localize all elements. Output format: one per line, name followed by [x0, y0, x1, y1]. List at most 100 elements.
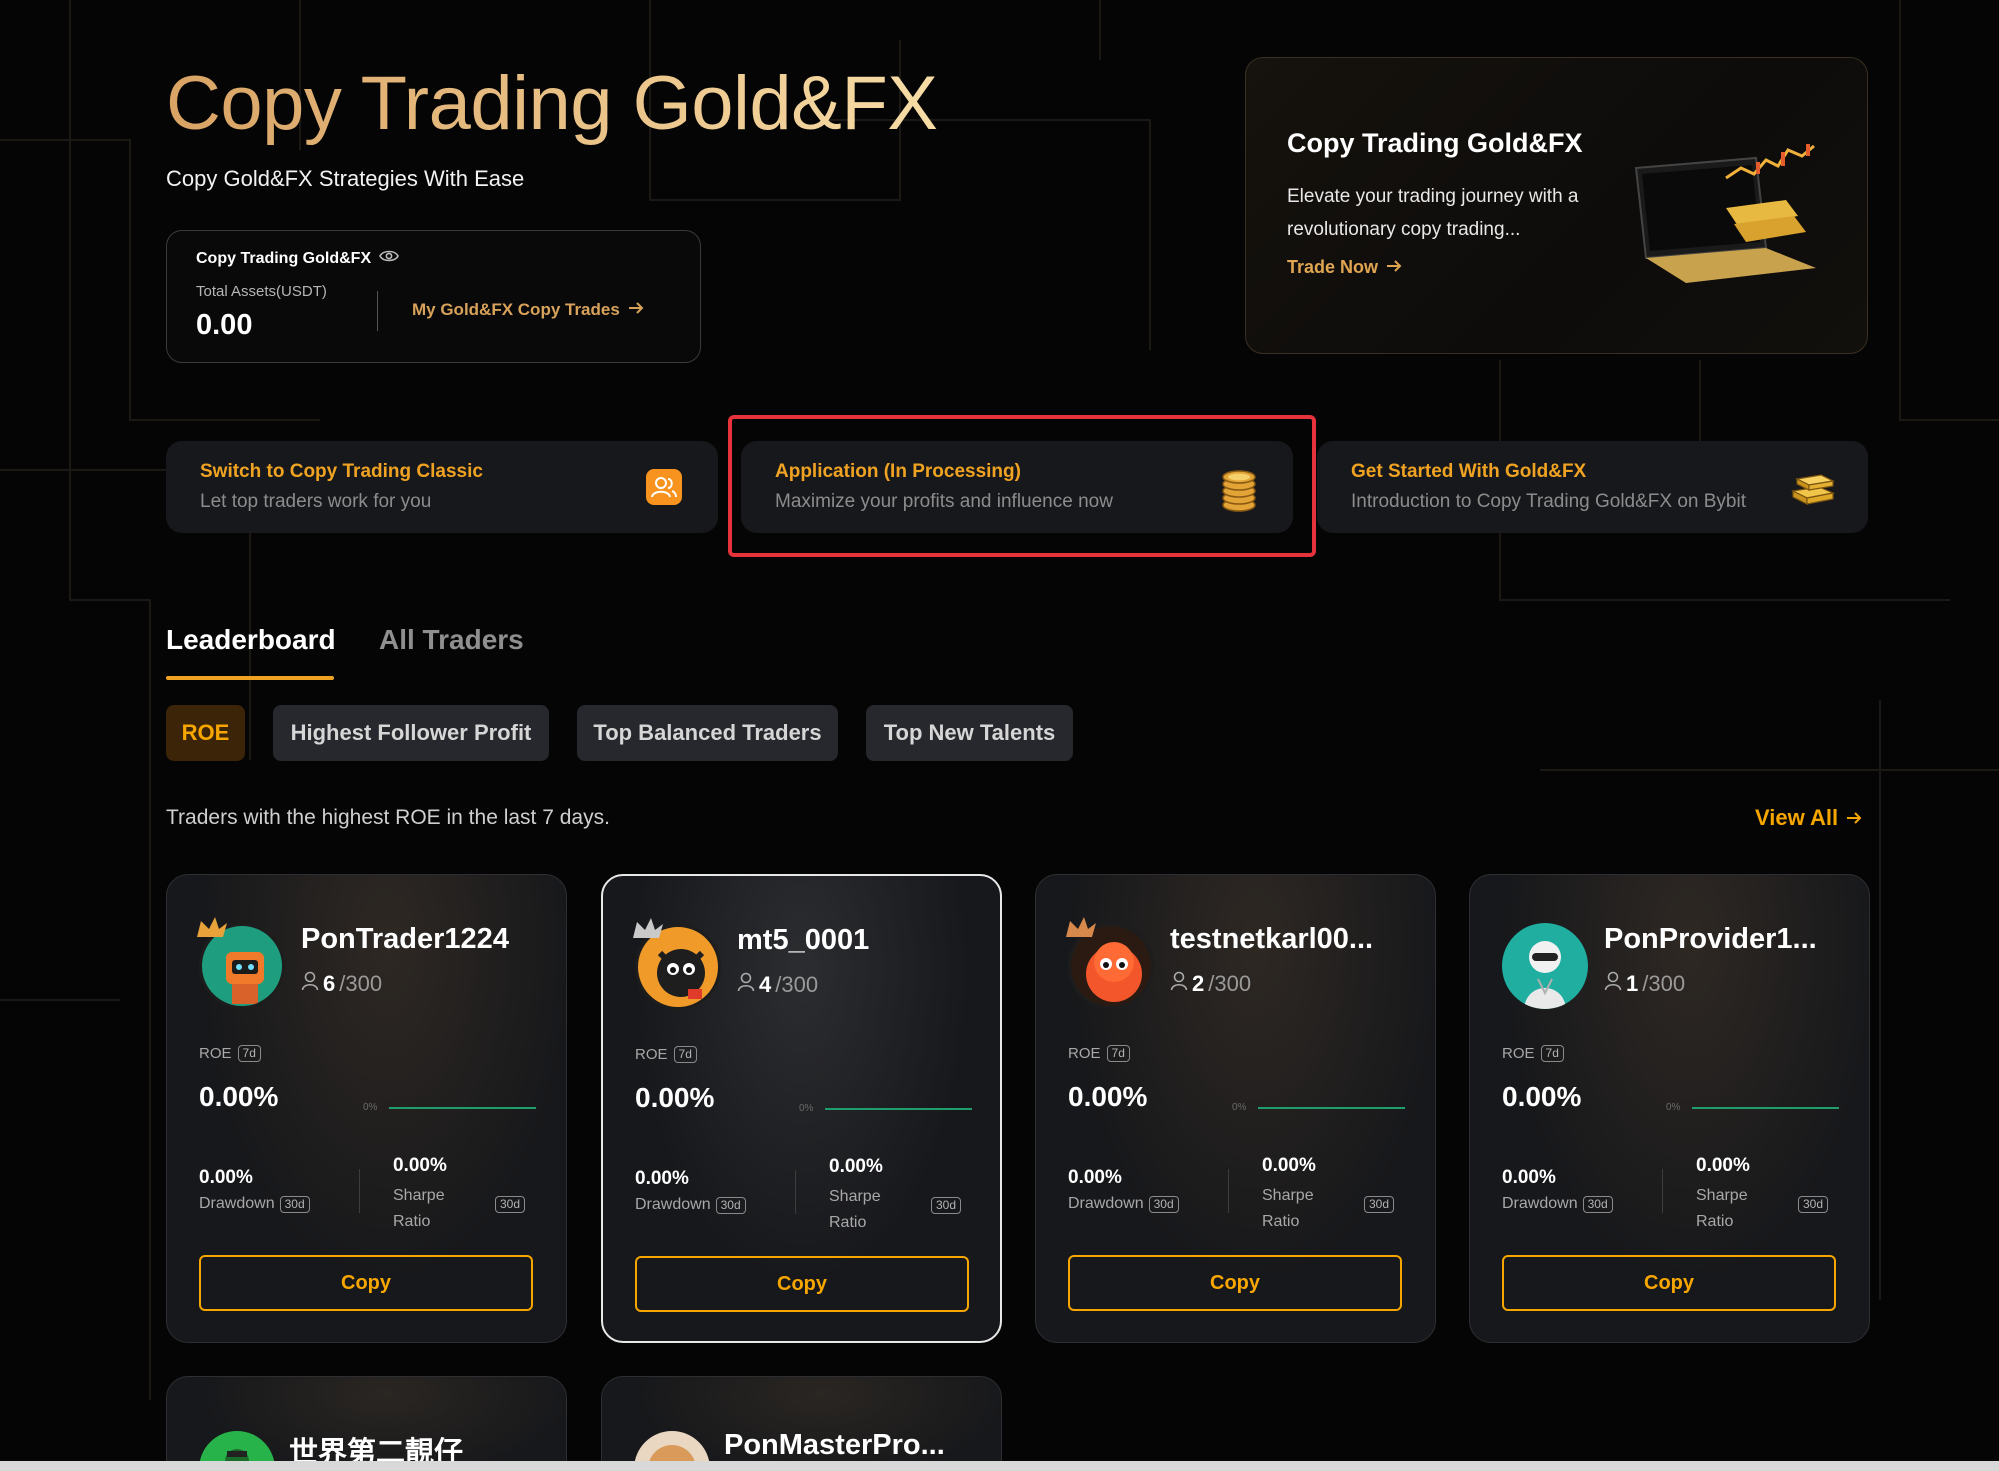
promo-description: Elevate your trading journey with a revo…: [1287, 186, 1579, 240]
period-badge: 30d: [1364, 1196, 1395, 1213]
drawdown-label: Drawdown: [1068, 1195, 1144, 1212]
divider: [1662, 1169, 1663, 1213]
crown-icon: [1066, 917, 1096, 937]
feature-subtitle: Introduction to Copy Trading Gold&FX on …: [1351, 491, 1746, 512]
period-badge: 7d: [237, 1045, 261, 1062]
view-all-link[interactable]: View All: [1755, 805, 1862, 831]
sharpe-label: Sharpe: [393, 1187, 445, 1204]
period-badge: 7d: [1106, 1045, 1130, 1062]
tab-leaderboard[interactable]: Leaderboard: [166, 624, 336, 656]
drawdown-label: Drawdown: [1502, 1195, 1578, 1212]
trader-card[interactable]: testnetkarl00... 2/300 ROE 7d 0.00% 0% 0.…: [1035, 874, 1436, 1343]
chip-roe[interactable]: ROE: [166, 705, 245, 761]
divider: [359, 1169, 360, 1213]
period-badge: 30d: [279, 1195, 310, 1213]
total-assets-value: 0.00: [196, 309, 253, 341]
trader-card[interactable]: mt5_0001 4/300 ROE 7d 0.00% 0% 0.00% Draw…: [601, 874, 1002, 1343]
trader-name[interactable]: PonTrader1224: [301, 923, 509, 956]
divider: [1228, 1169, 1229, 1213]
follower-current: 6: [323, 971, 336, 996]
drawdown-value: 0.00%: [635, 1168, 689, 1189]
person-icon: [1170, 971, 1188, 997]
arrow-right-icon: [1386, 257, 1402, 278]
sharpe-label: Ratio: [1262, 1213, 1300, 1230]
tab-indicator: [166, 676, 334, 680]
trader-name[interactable]: testnetkarl00...: [1170, 923, 1373, 956]
roe-label: ROE: [1068, 1045, 1101, 1062]
avatar: [197, 917, 285, 1009]
leaderboard-description: Traders with the highest ROE in the last…: [166, 806, 610, 829]
sharpe-label: Sharpe: [829, 1188, 881, 1205]
follower-max: /300: [339, 971, 383, 996]
follower-count: 2/300: [1170, 971, 1251, 997]
trader-card[interactable]: PonTrader1224 6/300 ROE 7d 0.00% 0% 0.00%…: [166, 874, 567, 1343]
divider: [377, 291, 378, 331]
sharpe-label: Ratio: [829, 1214, 867, 1231]
assets-card: Copy Trading Gold&FX Total Assets(USDT) …: [166, 230, 701, 363]
tab-all-traders[interactable]: All Traders: [379, 624, 524, 656]
total-assets-label: Total Assets(USDT): [196, 283, 327, 300]
trader-name[interactable]: mt5_0001: [737, 924, 869, 957]
copy-button[interactable]: Copy: [635, 1256, 969, 1312]
drawdown-label: Drawdown: [199, 1195, 275, 1212]
roe-label: ROE: [635, 1046, 668, 1063]
person-icon: [301, 971, 319, 997]
follower-max: /300: [1642, 971, 1686, 996]
sharpe-value: 0.00%: [393, 1155, 447, 1176]
roe-value: 0.00%: [1068, 1081, 1148, 1112]
gold-bars-icon: [1789, 467, 1837, 512]
switch-classic-card[interactable]: Switch to Copy Trading Classic Let top t…: [166, 441, 718, 533]
my-copy-trades-label: My Gold&FX Copy Trades: [412, 300, 620, 319]
roe-sparkline: [1258, 1107, 1405, 1109]
follower-max: /300: [775, 972, 819, 997]
avatar: [633, 918, 721, 1010]
trade-now-label: Trade Now: [1287, 257, 1379, 277]
roe-sparkline: [825, 1108, 972, 1110]
roe-value: 0.00%: [1502, 1081, 1582, 1112]
chart-zero-label: 0%: [1232, 1102, 1247, 1113]
avatar: [1066, 917, 1154, 1009]
roe-sparkline: [389, 1107, 536, 1109]
chip-top-balanced-traders[interactable]: Top Balanced Traders: [577, 705, 838, 761]
avatar: [1502, 923, 1588, 1009]
drawdown-label: Drawdown: [635, 1196, 711, 1213]
page-title: Copy Trading Gold&FX: [166, 61, 938, 146]
get-started-card[interactable]: Get Started With Gold&FX Introduction to…: [1317, 441, 1868, 533]
trader-name[interactable]: PonMasterPro...: [724, 1429, 945, 1462]
trader-card[interactable]: PonProvider1... 1/300 ROE 7d 0.00% 0% 0.0…: [1469, 874, 1870, 1343]
eye-icon[interactable]: [379, 249, 400, 268]
drawdown-value: 0.00%: [1502, 1167, 1556, 1188]
person-icon: [1604, 971, 1622, 997]
copy-button[interactable]: Copy: [1068, 1255, 1402, 1311]
follower-current: 4: [759, 972, 772, 997]
chip-highest-follower-profit[interactable]: Highest Follower Profit: [273, 705, 549, 761]
roe-label: ROE: [199, 1045, 232, 1062]
period-badge: 30d: [495, 1196, 526, 1213]
period-badge: 30d: [1148, 1195, 1179, 1213]
assets-card-title: Copy Trading Gold&FX: [196, 249, 372, 267]
sharpe-label: Sharpe: [1696, 1187, 1748, 1204]
copy-button[interactable]: Copy: [199, 1255, 533, 1311]
sharpe-value: 0.00%: [1696, 1155, 1750, 1176]
follower-current: 1: [1626, 971, 1639, 996]
copy-button[interactable]: Copy: [1502, 1255, 1836, 1311]
promo-banner[interactable]: Copy Trading Gold&FX Elevate your tradin…: [1245, 57, 1868, 354]
follower-max: /300: [1208, 971, 1252, 996]
trade-now-link[interactable]: Trade Now: [1287, 257, 1402, 278]
view-all-label: View All: [1755, 805, 1839, 830]
feature-subtitle: Let top traders work for you: [200, 491, 432, 512]
crown-icon: [633, 918, 663, 938]
users-icon: [646, 469, 682, 510]
highlight-annotation: [728, 415, 1316, 557]
trader-card[interactable]: 世界第二靚仔: [166, 1376, 567, 1471]
sharpe-label: Ratio: [1696, 1213, 1734, 1230]
trader-card[interactable]: PonMasterPro...: [601, 1376, 1002, 1471]
trader-name[interactable]: PonProvider1...: [1604, 923, 1817, 956]
chip-top-new-talents[interactable]: Top New Talents: [866, 705, 1073, 761]
sharpe-value: 0.00%: [829, 1156, 883, 1177]
sharpe-label: Sharpe: [1262, 1187, 1314, 1204]
drawdown-value: 0.00%: [199, 1167, 253, 1188]
period-badge: 30d: [1582, 1195, 1613, 1213]
roe-value: 0.00%: [199, 1081, 279, 1112]
my-copy-trades-link[interactable]: My Gold&FX Copy Trades: [412, 300, 644, 320]
